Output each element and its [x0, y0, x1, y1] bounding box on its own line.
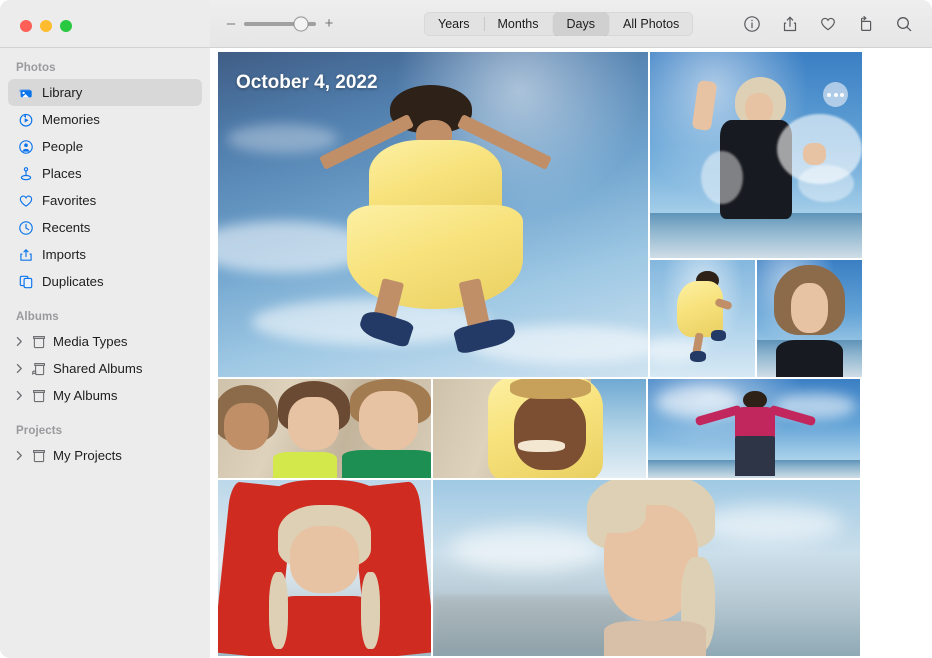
dot: [827, 93, 831, 97]
chevron-right-icon[interactable]: [14, 336, 25, 347]
thumbnail-zoom-slider[interactable]: – +: [226, 16, 334, 31]
chevron-right-icon[interactable]: [14, 363, 25, 374]
photo-image: [648, 379, 860, 478]
sidebar-item-label: My Projects: [53, 448, 122, 463]
toolbar: – + Years Months Days All Photos: [210, 0, 932, 47]
sidebar-section-projects-title: Projects: [0, 409, 210, 442]
photo-image: [218, 379, 431, 478]
sidebar-item-shared-albums[interactable]: Shared Albums: [8, 355, 202, 382]
rotate-icon[interactable]: [856, 14, 876, 34]
photo-thumbnail[interactable]: [650, 260, 755, 377]
photo-image: [433, 480, 860, 656]
titlebar-sidebar-region: [0, 0, 210, 47]
zoom-in-icon[interactable]: +: [324, 16, 334, 31]
shared-album-icon: [30, 360, 47, 377]
memories-icon: [17, 111, 34, 128]
sidebar-item-label: People: [42, 139, 83, 154]
photo-image: [218, 480, 431, 656]
sidebar-item-people[interactable]: People: [8, 133, 202, 160]
photo-thumbnail[interactable]: [433, 480, 860, 656]
sidebar-item-duplicates[interactable]: Duplicates: [8, 268, 202, 295]
share-icon[interactable]: [780, 14, 800, 34]
photo-thumbnail[interactable]: October 4, 2022: [218, 52, 648, 377]
sidebar-item-label: Duplicates: [42, 274, 104, 289]
sidebar-section-albums-title: Albums: [0, 295, 210, 328]
photo-thumbnail[interactable]: [757, 260, 862, 377]
photo-thumbnail[interactable]: [218, 379, 431, 478]
zoom-window-button[interactable]: [60, 20, 72, 32]
minimize-window-button[interactable]: [40, 20, 52, 32]
zoom-out-icon[interactable]: –: [226, 16, 236, 31]
album-icon: [30, 447, 47, 464]
sidebar-item-label: Media Types: [53, 334, 128, 349]
photo-grid-row: October 4, 2022: [218, 52, 862, 377]
library-icon: [17, 84, 34, 101]
window-controls: [0, 0, 72, 32]
app-body: Photos Library: [0, 48, 932, 658]
sidebar-item-media-types[interactable]: Media Types: [8, 328, 202, 355]
places-icon: [17, 165, 34, 182]
photo-thumbnail[interactable]: [218, 480, 431, 656]
photo-grid-area: October 4, 2022: [210, 48, 932, 658]
sidebar-item-label: Places: [42, 166, 82, 181]
photo-grid-subcolumn: [650, 52, 862, 377]
sidebar-item-label: Imports: [42, 247, 86, 262]
sidebar-item-recents[interactable]: Recents: [8, 214, 202, 241]
tab-years[interactable]: Years: [424, 12, 484, 36]
sidebar-item-places[interactable]: Places: [8, 160, 202, 187]
photo-grid-subrow: [650, 260, 862, 377]
more-options-button[interactable]: [823, 82, 848, 107]
photo-image: [757, 260, 862, 377]
sidebar-item-my-albums[interactable]: My Albums: [8, 382, 202, 409]
zoom-slider-track[interactable]: [244, 22, 316, 26]
duplicates-icon: [17, 273, 34, 290]
photo-grid-row: [218, 379, 862, 478]
sidebar-item-label: Shared Albums: [53, 361, 142, 376]
favorites-icon: [17, 192, 34, 209]
sidebar-item-label: Library: [42, 85, 82, 100]
tab-months[interactable]: Months: [484, 12, 553, 36]
photo-thumbnail[interactable]: [648, 379, 860, 478]
zoom-slider-thumb[interactable]: [293, 16, 308, 31]
chevron-right-icon[interactable]: [14, 390, 25, 401]
chevron-right-icon[interactable]: [14, 450, 25, 461]
photo-image: [433, 379, 646, 478]
sidebar-item-favorites[interactable]: Favorites: [8, 187, 202, 214]
favorite-icon[interactable]: [818, 14, 838, 34]
photo-image: [218, 52, 648, 377]
photo-grid-row: [218, 480, 862, 656]
sidebar-item-library[interactable]: Library: [8, 79, 202, 106]
sidebar: Photos Library: [0, 48, 210, 658]
people-icon: [17, 138, 34, 155]
view-mode-segmented-control[interactable]: Years Months Days All Photos: [424, 12, 693, 36]
photos-app-window: – + Years Months Days All Photos: [0, 0, 932, 658]
dot: [840, 93, 844, 97]
recents-icon: [17, 219, 34, 236]
sidebar-item-label: My Albums: [53, 388, 118, 403]
titlebar: – + Years Months Days All Photos: [0, 0, 932, 48]
photo-thumbnail[interactable]: [433, 379, 646, 478]
tab-days[interactable]: Days: [553, 12, 609, 36]
sidebar-item-label: Recents: [42, 220, 90, 235]
sidebar-item-my-projects[interactable]: My Projects: [8, 442, 202, 469]
toolbar-action-buttons: [742, 14, 918, 34]
album-icon: [30, 387, 47, 404]
info-icon[interactable]: [742, 14, 762, 34]
close-window-button[interactable]: [20, 20, 32, 32]
dot: [834, 93, 838, 97]
photo-image: [650, 260, 755, 377]
sidebar-item-memories[interactable]: Memories: [8, 106, 202, 133]
sidebar-section-photos-title: Photos: [0, 56, 210, 79]
sidebar-item-imports[interactable]: Imports: [8, 241, 202, 268]
photo-thumbnail[interactable]: [650, 52, 862, 258]
search-icon[interactable]: [894, 14, 914, 34]
tab-all-photos[interactable]: All Photos: [609, 12, 693, 36]
sidebar-item-label: Favorites: [42, 193, 96, 208]
album-icon: [30, 333, 47, 350]
sidebar-item-label: Memories: [42, 112, 100, 127]
photo-grid: October 4, 2022: [218, 52, 862, 658]
imports-icon: [17, 246, 34, 263]
